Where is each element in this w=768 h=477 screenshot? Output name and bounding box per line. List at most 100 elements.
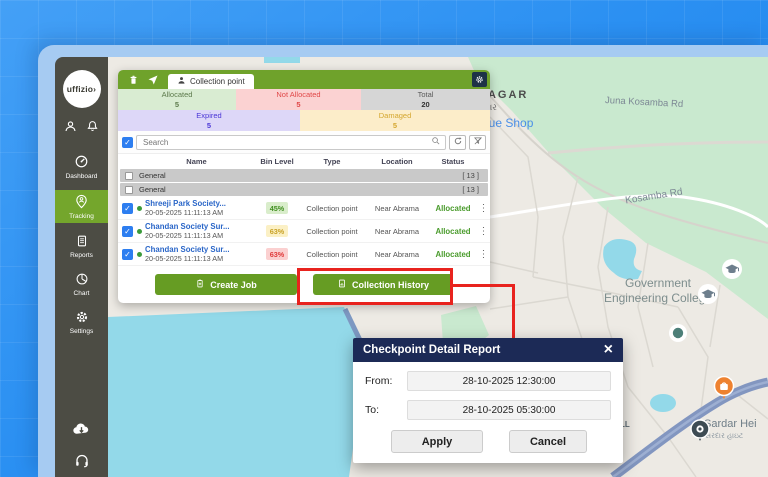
- cancel-button[interactable]: Cancel: [509, 430, 587, 453]
- panel-header-bar: Collection point: [118, 70, 490, 89]
- cloud-download-icon[interactable]: [72, 421, 91, 441]
- from-row: From:: [365, 371, 611, 391]
- school-marker-icon[interactable]: [721, 258, 743, 285]
- headphones-support-icon[interactable]: [74, 452, 90, 473]
- sidebar-item-settings[interactable]: Settings: [55, 307, 108, 337]
- send-arrow-icon[interactable]: [147, 74, 159, 86]
- create-job-button[interactable]: Create Job: [155, 274, 297, 295]
- group-checkbox[interactable]: [125, 186, 133, 194]
- select-all-checkbox[interactable]: ✓: [122, 137, 133, 148]
- online-dot: [137, 229, 142, 234]
- to-datetime-input[interactable]: [407, 400, 611, 420]
- stat-total[interactable]: Total 20: [361, 89, 490, 110]
- sidebar-item-tracking[interactable]: Tracking: [55, 190, 108, 223]
- annotation-connector-horizontal: [453, 284, 515, 287]
- stat-not-allocated[interactable]: Not Allocated 5: [236, 89, 361, 110]
- panel-settings-button[interactable]: [472, 72, 487, 87]
- filter-off-button[interactable]: [469, 135, 486, 150]
- group-checkbox[interactable]: [125, 172, 133, 180]
- check-glyph: ✓: [124, 138, 131, 147]
- column-type[interactable]: Type: [299, 157, 365, 166]
- table-header: Name Bin Level Type Location Status: [118, 153, 490, 168]
- search-box: [136, 135, 446, 150]
- table-row[interactable]: ✓ Chandan Society Sur... 20-05-2025 11:1…: [118, 243, 490, 266]
- sidebar-item-dashboard[interactable]: Dashboard: [55, 152, 108, 182]
- kebab-menu-icon[interactable]: ⋮: [477, 249, 490, 260]
- group-label: General: [139, 185, 166, 194]
- user-icon[interactable]: [64, 120, 77, 138]
- school-marker-icon[interactable]: [697, 283, 719, 310]
- modal-actions: Apply Cancel: [365, 429, 611, 453]
- row-name-cell: Chandan Society Sur... 20-05-2025 11:11:…: [145, 245, 255, 264]
- stats-row-2: Expired 5 Damaged 5: [118, 110, 490, 131]
- group-count: [ 13 ]: [462, 171, 479, 180]
- column-name[interactable]: Name: [138, 157, 255, 166]
- stat-allocated[interactable]: Allocated 5: [118, 89, 236, 110]
- annotation-highlight-box: [297, 268, 453, 305]
- kebab-menu-icon[interactable]: ⋮: [477, 226, 490, 237]
- sidebar-nav: Dashboard Tracking Reports: [55, 144, 108, 337]
- group-row-general-2[interactable]: General [ 13 ]: [120, 183, 488, 196]
- tracking-person-pin-icon: [74, 194, 89, 211]
- sidebar-item-chart[interactable]: Chart: [55, 269, 108, 299]
- stat-value: 5: [175, 100, 179, 110]
- tab-collection-point[interactable]: Collection point: [168, 74, 254, 89]
- column-bin-level[interactable]: Bin Level: [255, 157, 299, 166]
- group-row-general-1[interactable]: General [ 13 ]: [120, 169, 488, 182]
- row-type: Collection point: [299, 250, 365, 259]
- pin-marker-icon[interactable]: [689, 419, 711, 449]
- nav-label: Settings: [70, 328, 94, 335]
- stats-row-1: Allocated 5 Not Allocated 5 Total 20: [118, 89, 490, 110]
- row-datetime: 20-05-2025 11:11:13 AM: [145, 208, 255, 217]
- refresh-button[interactable]: [449, 135, 466, 150]
- search-input[interactable]: [141, 137, 431, 148]
- uffizio-logo[interactable]: uffizio›: [63, 70, 101, 108]
- row-name-cell: Chandan Society Sur... 20-05-2025 11:11:…: [145, 222, 255, 241]
- row-name-link[interactable]: Chandan Society Sur...: [145, 245, 255, 255]
- column-status[interactable]: Status: [429, 157, 477, 166]
- row-name-link[interactable]: Shreeji Park Society...: [145, 199, 255, 209]
- map-canvas[interactable]: NAGAR નગર ecue Shop Juna Kosamba Rd Kosa…: [108, 57, 768, 477]
- trash-bin-icon[interactable]: [128, 74, 139, 86]
- button-label: Create Job: [210, 280, 257, 290]
- kebab-menu-icon[interactable]: ⋮: [477, 203, 490, 214]
- stat-expired[interactable]: Expired 5: [118, 110, 300, 131]
- sidebar-item-reports[interactable]: Reports: [55, 231, 108, 261]
- from-datetime-input[interactable]: [407, 371, 611, 391]
- row-checkbox[interactable]: ✓: [122, 249, 133, 260]
- row-location: Near Abrama: [365, 204, 429, 213]
- group-count: [ 13 ]: [462, 185, 479, 194]
- nav-label: Dashboard: [66, 173, 98, 180]
- group-label: General: [139, 171, 166, 180]
- nav-label: Chart: [74, 290, 90, 297]
- nav-label: Tracking: [69, 213, 94, 220]
- row-name-link[interactable]: Chandan Society Sur...: [145, 222, 255, 232]
- app-frame: uffizio› Dashboard: [55, 57, 768, 477]
- stat-label: Expired: [196, 111, 221, 121]
- table-row[interactable]: ✓ Shreeji Park Society... 20-05-2025 11:…: [118, 197, 490, 220]
- modal-body: From: To: Apply Cancel: [353, 362, 623, 463]
- check-glyph: ✓: [124, 227, 131, 236]
- close-icon[interactable]: ×: [604, 342, 613, 358]
- online-dot: [137, 252, 142, 257]
- row-name-cell: Shreeji Park Society... 20-05-2025 11:11…: [145, 199, 255, 218]
- shop-marker-icon[interactable]: [713, 376, 735, 407]
- apply-button[interactable]: Apply: [391, 430, 483, 453]
- row-status: Allocated: [429, 250, 477, 259]
- stat-value: 5: [393, 121, 397, 131]
- table-row[interactable]: ✓ Chandan Society Sur... 20-05-2025 11:1…: [118, 220, 490, 243]
- poi-circle-marker-icon[interactable]: [668, 323, 688, 348]
- row-checkbox[interactable]: ✓: [122, 226, 133, 237]
- search-icon[interactable]: [431, 133, 441, 151]
- app-window: uffizio› Dashboard: [38, 45, 768, 477]
- nav-label: Reports: [70, 252, 93, 259]
- row-datetime: 20-05-2025 11:11:13 AM: [145, 254, 255, 263]
- stat-value: 20: [421, 100, 429, 110]
- reports-document-icon: [75, 234, 89, 250]
- row-checkbox[interactable]: ✓: [122, 203, 133, 214]
- stat-damaged[interactable]: Damaged 5: [300, 110, 490, 131]
- bell-icon[interactable]: [86, 120, 99, 138]
- stat-label: Damaged: [379, 111, 412, 121]
- column-location[interactable]: Location: [365, 157, 429, 166]
- annotation-connector-vertical: [512, 284, 515, 338]
